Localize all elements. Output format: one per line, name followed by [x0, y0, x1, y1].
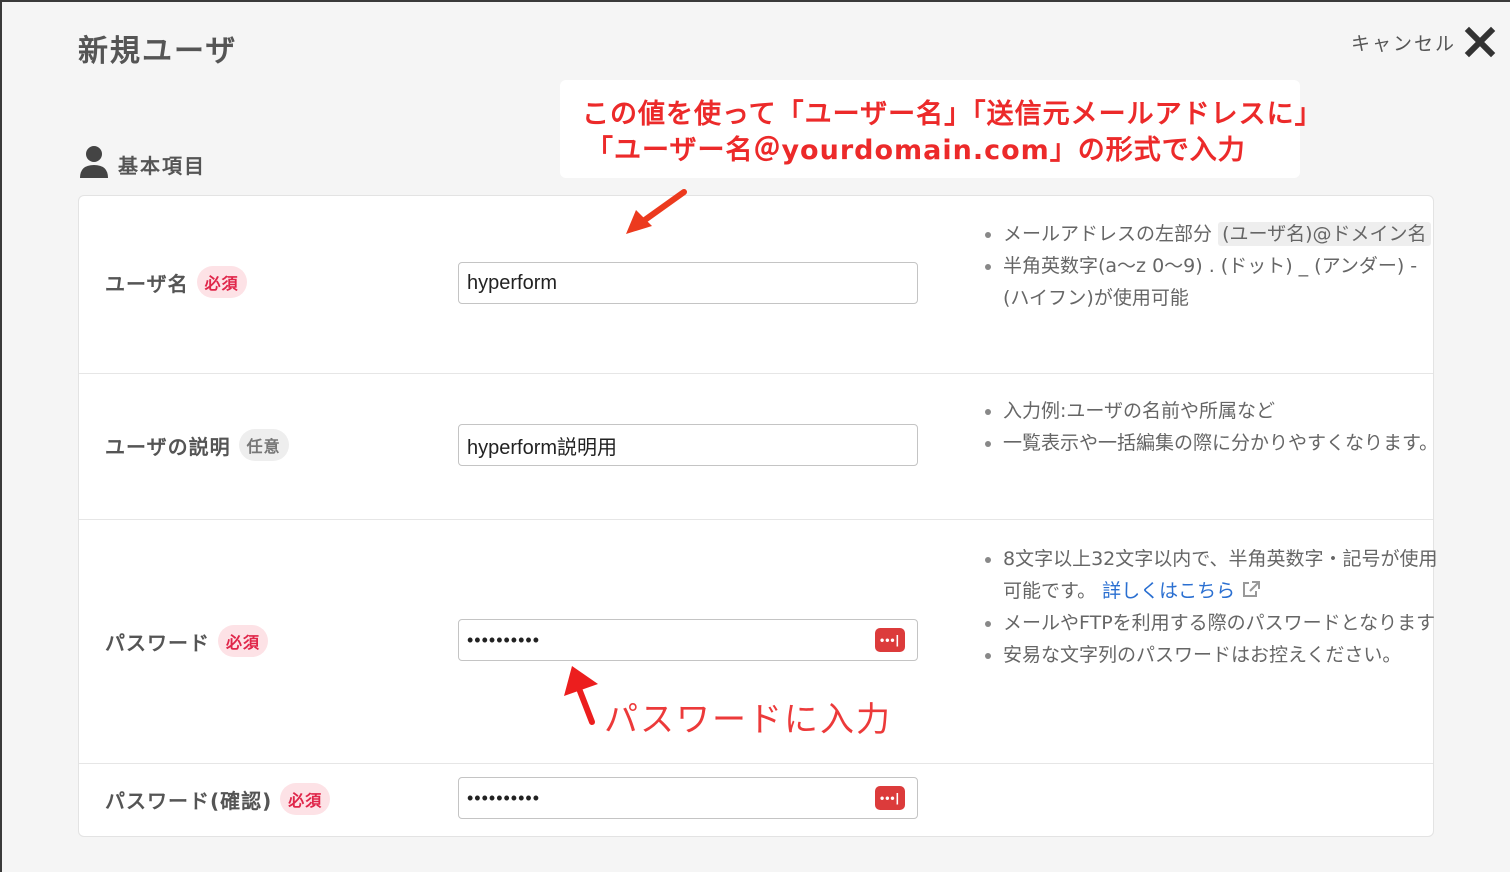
optional-badge: 任意 [238, 429, 289, 461]
description-label-text: ユーザの説明 [105, 434, 231, 459]
description-input[interactable]: hyperform説明用 [458, 424, 918, 466]
page-title: 新規ユーザ [78, 34, 238, 69]
form-row-username: ユーザ名 必須 hyperform メールアドレスの左部分 (ユーザ名)@ドメイ… [79, 196, 1433, 374]
password-input[interactable]: •••••••••• •••| [458, 619, 918, 661]
details-link[interactable]: 詳しくはこちら [1102, 580, 1261, 602]
username-input[interactable]: hyperform [458, 262, 918, 304]
form-row-description: ユーザの説明 任意 hyperform説明用 入力例:ユーザの名前や所属など 一… [79, 373, 1438, 520]
help-item: メールアドレスの左部分 (ユーザ名)@ドメイン名 [1003, 218, 1443, 250]
username-label-text: ユーザ名 [105, 271, 189, 296]
annotation-callout: この値を使って「ユーザー名」「送信元メールアドレスに」 「ユーザー名＠yourd… [560, 80, 1323, 178]
password-label: パスワード 必須 [105, 625, 269, 657]
password-label-text: パスワード [105, 630, 210, 655]
required-badge: 必須 [196, 266, 247, 298]
password-manager-icon[interactable]: •••| [875, 628, 905, 652]
form-row-password-confirm: パスワード(確認) 必須 •••••••••• •••| [79, 763, 1433, 835]
required-badge: 必須 [218, 625, 269, 657]
cancel-button[interactable]: キャンセル [1351, 26, 1496, 58]
username-value: hyperform [467, 271, 558, 294]
password-confirm-value: •••••••••• [467, 787, 541, 808]
close-icon[interactable] [1464, 26, 1496, 58]
cancel-label: キャンセル [1350, 32, 1456, 55]
password-confirm-label-text: パスワード(確認) [105, 788, 273, 813]
annotation-text-line1: この値を使って「ユーザー名」「送信元メールアドレスに」 [582, 99, 1323, 130]
password-manager-icon[interactable]: •••| [875, 786, 905, 810]
help-item: 入力例:ユーザの名前や所属など [1003, 395, 1443, 427]
modal-frame: 新規ユーザ キャンセル この値を使って「ユーザー名」「送信元メールアドレスに」 … [0, 0, 1510, 872]
help-item: 8文字以上32文字以内で、半角英数字・記号が使用可能です。 詳しくはこちら [1003, 543, 1443, 607]
user-icon [78, 144, 110, 184]
password-confirm-label: パスワード(確認) 必須 [105, 783, 331, 815]
annotation-text-line2: 「ユーザー名＠yourdomain.com」の形式で入力 [586, 135, 1246, 166]
password-confirm-input[interactable]: •••••••••• •••| [458, 777, 918, 819]
section-title: 基本項目 [118, 153, 206, 178]
username-help: メールアドレスの左部分 (ユーザ名)@ドメイン名 半角英数字(a〜z 0〜9) … [979, 218, 1443, 314]
details-link-text: 詳しくはこちら [1102, 580, 1236, 602]
description-label: ユーザの説明 任意 [105, 429, 289, 461]
password-annotation-text: パスワードに入力 [604, 700, 892, 740]
password-value: •••••••••• [467, 629, 541, 650]
help-code: (ユーザ名)@ドメイン名 [1218, 222, 1431, 246]
description-value: hyperform説明用 [467, 436, 618, 459]
username-label: ユーザ名 必須 [105, 266, 247, 298]
help-item: 安易な文字列のパスワードはお控えください。 [1003, 639, 1443, 671]
description-help: 入力例:ユーザの名前や所属など 一覧表示や一括編集の際に分かりやすくなります。 [979, 395, 1443, 459]
help-item: メールやFTPを利用する際のパスワードとなります [1003, 607, 1443, 639]
password-help: 8文字以上32文字以内で、半角英数字・記号が使用可能です。 詳しくはこちら メー… [979, 543, 1443, 671]
help-text: メールアドレスの左部分 [1003, 223, 1213, 245]
required-badge: 必須 [280, 783, 331, 815]
external-link-icon [1241, 580, 1261, 602]
help-item: 半角英数字(a〜z 0〜9) . (ドット) _ (アンダー) - (ハイフン)… [1003, 250, 1443, 314]
help-item: 一覧表示や一括編集の際に分かりやすくなります。 [1003, 427, 1443, 459]
section-header: 基本項目 [78, 144, 206, 184]
